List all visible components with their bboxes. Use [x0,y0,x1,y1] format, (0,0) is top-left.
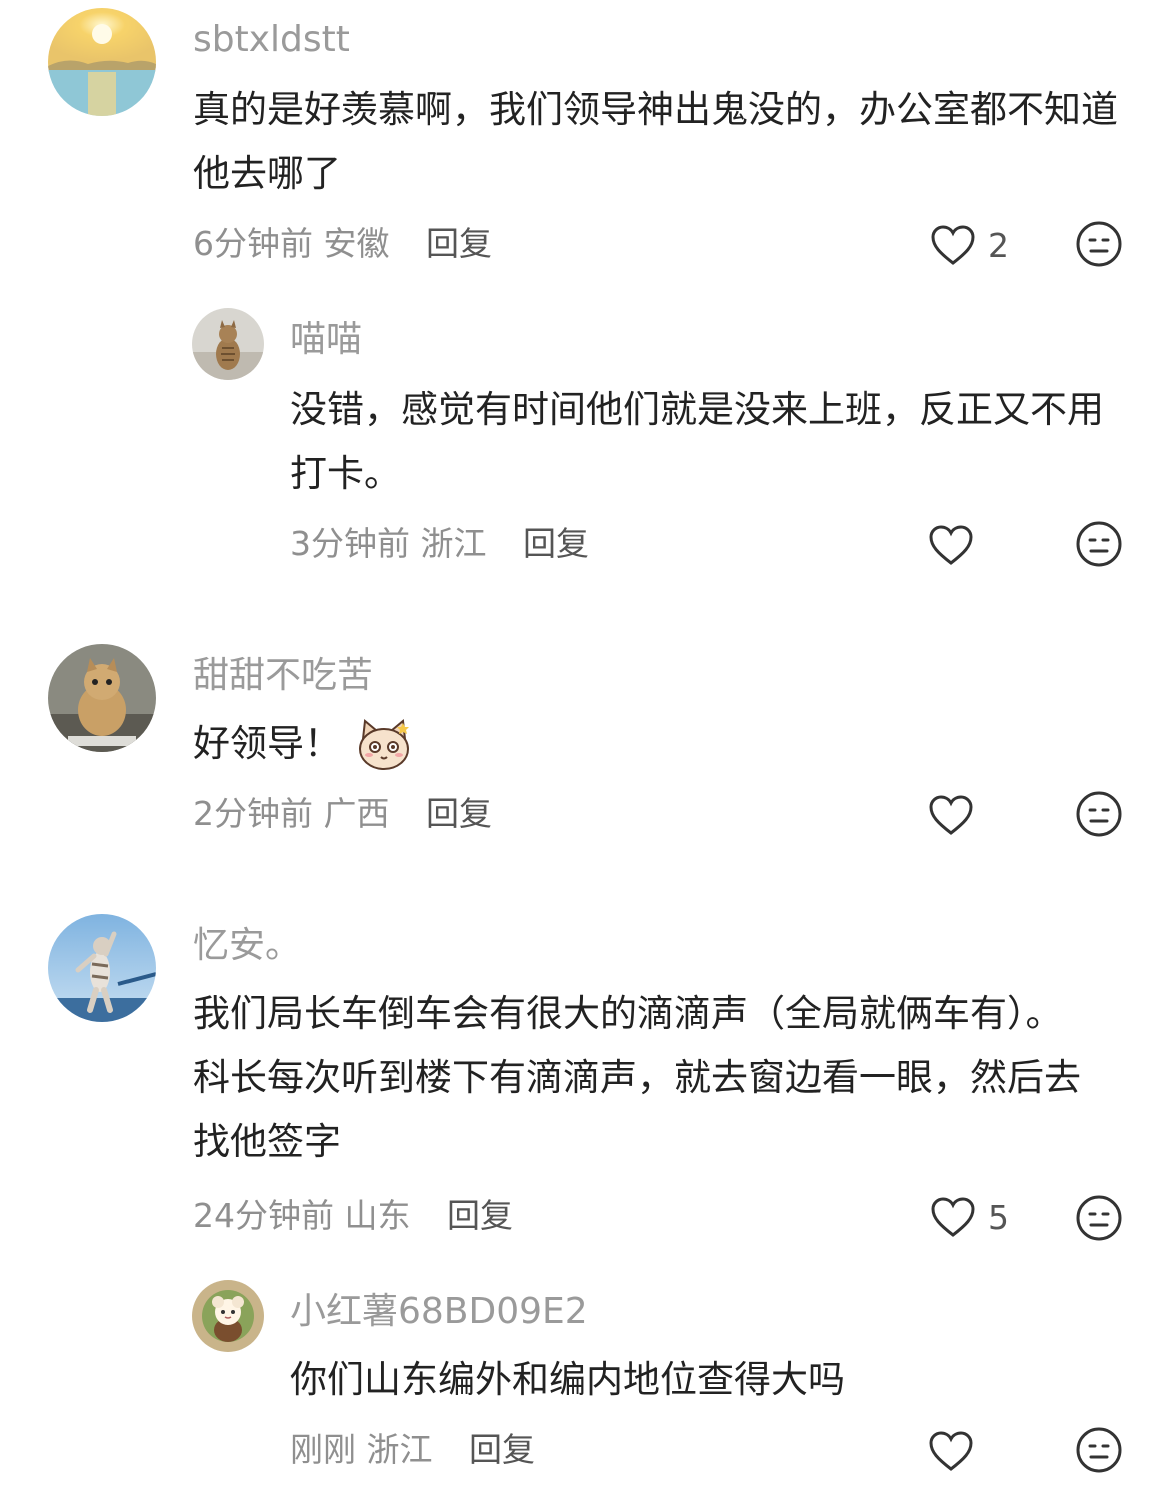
comment-meta: 刚刚 浙江 回复 [290,1428,535,1472]
dislike-button[interactable] [1075,520,1123,568]
like-count: 5 [988,1197,1009,1237]
cat-meme-avatar-icon [48,644,156,752]
timestamp: 6分钟前 [193,224,313,263]
comment-text: 你们山东编外和编内地位查得大吗 [290,1358,845,1401]
location: 广西 [323,794,390,833]
username[interactable]: 甜甜不吃苦 [193,654,373,698]
avatar[interactable] [192,308,264,380]
neutral-face-icon [1076,521,1122,567]
comment-text: 没错，感觉有时间他们就是没来上班，反正又不用打卡。 [290,388,1104,495]
neutral-face-icon [1076,1195,1122,1241]
comment-meta: 3分钟前 浙江 回复 [290,522,589,566]
like-count: 2 [988,225,1009,265]
heart-outline-icon [931,1197,975,1237]
avatar[interactable] [48,644,156,752]
dislike-button[interactable] [1075,790,1123,838]
dislike-button[interactable] [1075,220,1123,268]
comment-text-content: 好领导！ [193,722,341,765]
heart-outline-icon [929,795,973,835]
reply-button[interactable]: 回复 [426,794,492,833]
timestamp: 3分钟前 [290,524,410,563]
avatar[interactable] [192,1280,264,1352]
like-button[interactable] [928,520,974,570]
like-button[interactable] [928,1426,974,1476]
dislike-button[interactable] [1075,1426,1123,1474]
comment-text: 真的是好羡慕啊，我们领导神出鬼没的，办公室都不知道他去哪了 [193,88,1118,195]
location: 浙江 [420,524,487,563]
location: 浙江 [366,1430,433,1469]
avatar[interactable] [48,914,156,1022]
comment-text: 好领导！ [193,712,1123,776]
reply-button[interactable]: 回复 [447,1196,513,1235]
timestamp: 2分钟前 [193,794,313,833]
sunset-sea-avatar-icon [48,8,156,116]
like-button[interactable] [928,790,974,840]
heart-outline-icon [931,225,975,265]
avatar[interactable] [48,8,156,116]
cat-avatar-icon [192,308,264,380]
like-button[interactable]: 5 [930,1192,1009,1242]
cat-sticker-emoji-icon [359,718,409,770]
comment-meta: 2分钟前 广西 回复 [193,792,492,836]
neutral-face-icon [1076,1427,1122,1473]
neutral-face-icon [1076,791,1122,837]
dancing-cat-avatar-icon [48,914,156,1022]
comment-meta: 24分钟前 山东 回复 [193,1194,513,1238]
username[interactable]: 小红薯68BD09E2 [290,1290,588,1334]
heart-outline-icon [929,525,973,565]
neutral-face-icon [1076,221,1122,267]
timestamp: 刚刚 [290,1430,356,1469]
location: 山东 [344,1196,411,1235]
location: 安徽 [323,224,390,263]
username[interactable]: 喵喵 [290,318,362,362]
reply-button[interactable]: 回复 [426,224,492,263]
comment-meta: 6分钟前 安徽 回复 [193,222,492,266]
reply-button[interactable]: 回复 [469,1430,535,1469]
like-button[interactable]: 2 [930,220,1009,270]
reply-button[interactable]: 回复 [523,524,589,563]
username[interactable]: 忆安。 [193,924,301,968]
cartoon-avatar-icon [192,1280,264,1352]
dislike-button[interactable] [1075,1194,1123,1242]
heart-outline-icon [929,1431,973,1471]
username[interactable]: sbtxldstt [193,18,350,62]
timestamp: 24分钟前 [193,1196,334,1235]
comment-text: 我们局长车倒车会有很大的滴滴声（全局就俩车有）。科长每次听到楼下有滴滴声，就去窗… [193,992,1081,1163]
